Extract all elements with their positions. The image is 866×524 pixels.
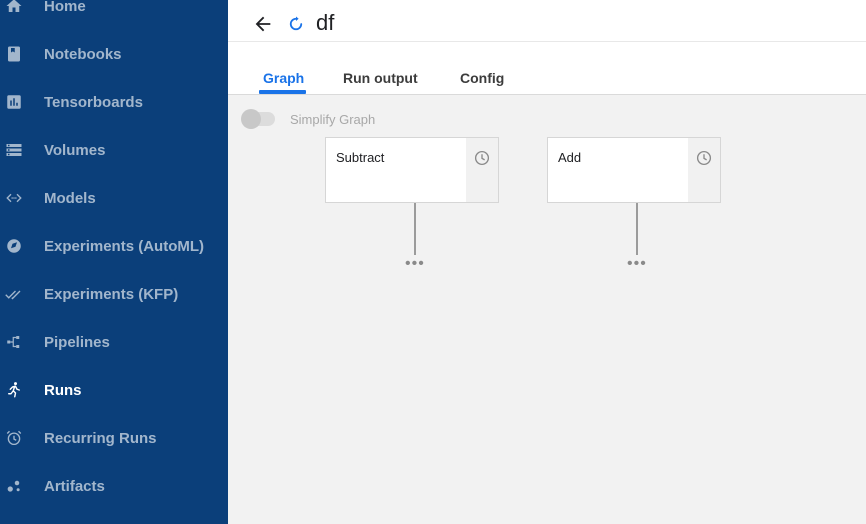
sidebar-item-home[interactable]: Home <box>0 0 228 30</box>
sidebar-item-label: Pipelines <box>44 333 110 351</box>
models-icon <box>4 188 24 208</box>
sidebar-item-pipelines[interactable]: Pipelines <box>0 318 228 366</box>
tab-bar: Graph Run output Config <box>228 42 866 95</box>
sidebar-item-recurring-runs[interactable]: Recurring Runs <box>0 414 228 462</box>
home-icon <box>4 0 24 16</box>
sidebar-item-label: Notebooks <box>44 45 122 63</box>
sidebar-item-label: Tensorboards <box>44 93 143 111</box>
node-name: Add <box>558 150 582 165</box>
simplify-graph-label: Simplify Graph <box>290 112 376 127</box>
pending-clock-icon <box>696 150 712 166</box>
more-nodes-indicator[interactable]: ••• <box>627 256 647 272</box>
sidebar-item-notebooks[interactable]: Notebooks <box>0 30 228 78</box>
page-title: df <box>316 10 335 35</box>
toggle-thumb <box>241 109 261 129</box>
sidebar-item-artifacts[interactable]: Artifacts <box>0 462 228 510</box>
tab-config[interactable]: Config <box>460 70 504 86</box>
graph-canvas: Simplify Graph Subtract ••• Add ••• <box>228 95 866 524</box>
sidebar-item-volumes[interactable]: Volumes <box>0 126 228 174</box>
sidebar-item-label: Experiments (AutoML) <box>44 237 205 255</box>
tab-run-output[interactable]: Run output <box>343 70 418 86</box>
sidebar-item-label: Artifacts <box>44 477 105 495</box>
node-name: Subtract <box>336 150 385 165</box>
sidebar-item-experiments-kfp[interactable]: Experiments (KFP) <box>0 270 228 318</box>
sidebar-item-label: Models <box>44 189 96 207</box>
sidebar-item-label: Experiments (KFP) <box>44 285 179 303</box>
double-check-icon <box>4 284 24 304</box>
sidebar-item-label: Home <box>44 0 86 15</box>
pending-clock-icon <box>474 150 490 166</box>
graph-node-subtract[interactable]: Subtract <box>325 137 499 203</box>
notebook-icon <box>4 44 24 64</box>
automl-icon <box>4 236 24 256</box>
sidebar-item-tensorboards[interactable]: Tensorboards <box>0 78 228 126</box>
sidebar-item-label: Recurring Runs <box>44 429 157 447</box>
tensorboard-icon <box>4 92 24 112</box>
tab-graph[interactable]: Graph <box>263 70 304 86</box>
pipeline-icon <box>4 332 24 352</box>
run-icon <box>4 380 24 400</box>
graph-edge <box>636 203 638 255</box>
running-status-icon <box>287 15 305 33</box>
volumes-icon <box>4 140 24 160</box>
node-status <box>688 138 720 202</box>
sidebar: Home Notebooks Tensorboards Volumes Mode… <box>0 0 228 524</box>
run-header: df <box>228 0 866 42</box>
graph-edge <box>414 203 416 255</box>
node-status <box>466 138 498 202</box>
simplify-graph-toggle[interactable] <box>241 109 277 129</box>
sidebar-item-label: Runs <box>44 381 82 399</box>
active-tab-indicator <box>259 90 306 94</box>
sidebar-item-models[interactable]: Models <box>0 174 228 222</box>
graph-node-add[interactable]: Add <box>547 137 721 203</box>
back-arrow-icon[interactable] <box>252 13 274 35</box>
alarm-icon <box>4 428 24 448</box>
artifacts-icon <box>4 476 24 496</box>
sidebar-item-runs[interactable]: Runs <box>0 366 228 414</box>
sidebar-item-experiments-automl[interactable]: Experiments (AutoML) <box>0 222 228 270</box>
more-nodes-indicator[interactable]: ••• <box>405 256 425 272</box>
sidebar-item-label: Volumes <box>44 141 106 159</box>
